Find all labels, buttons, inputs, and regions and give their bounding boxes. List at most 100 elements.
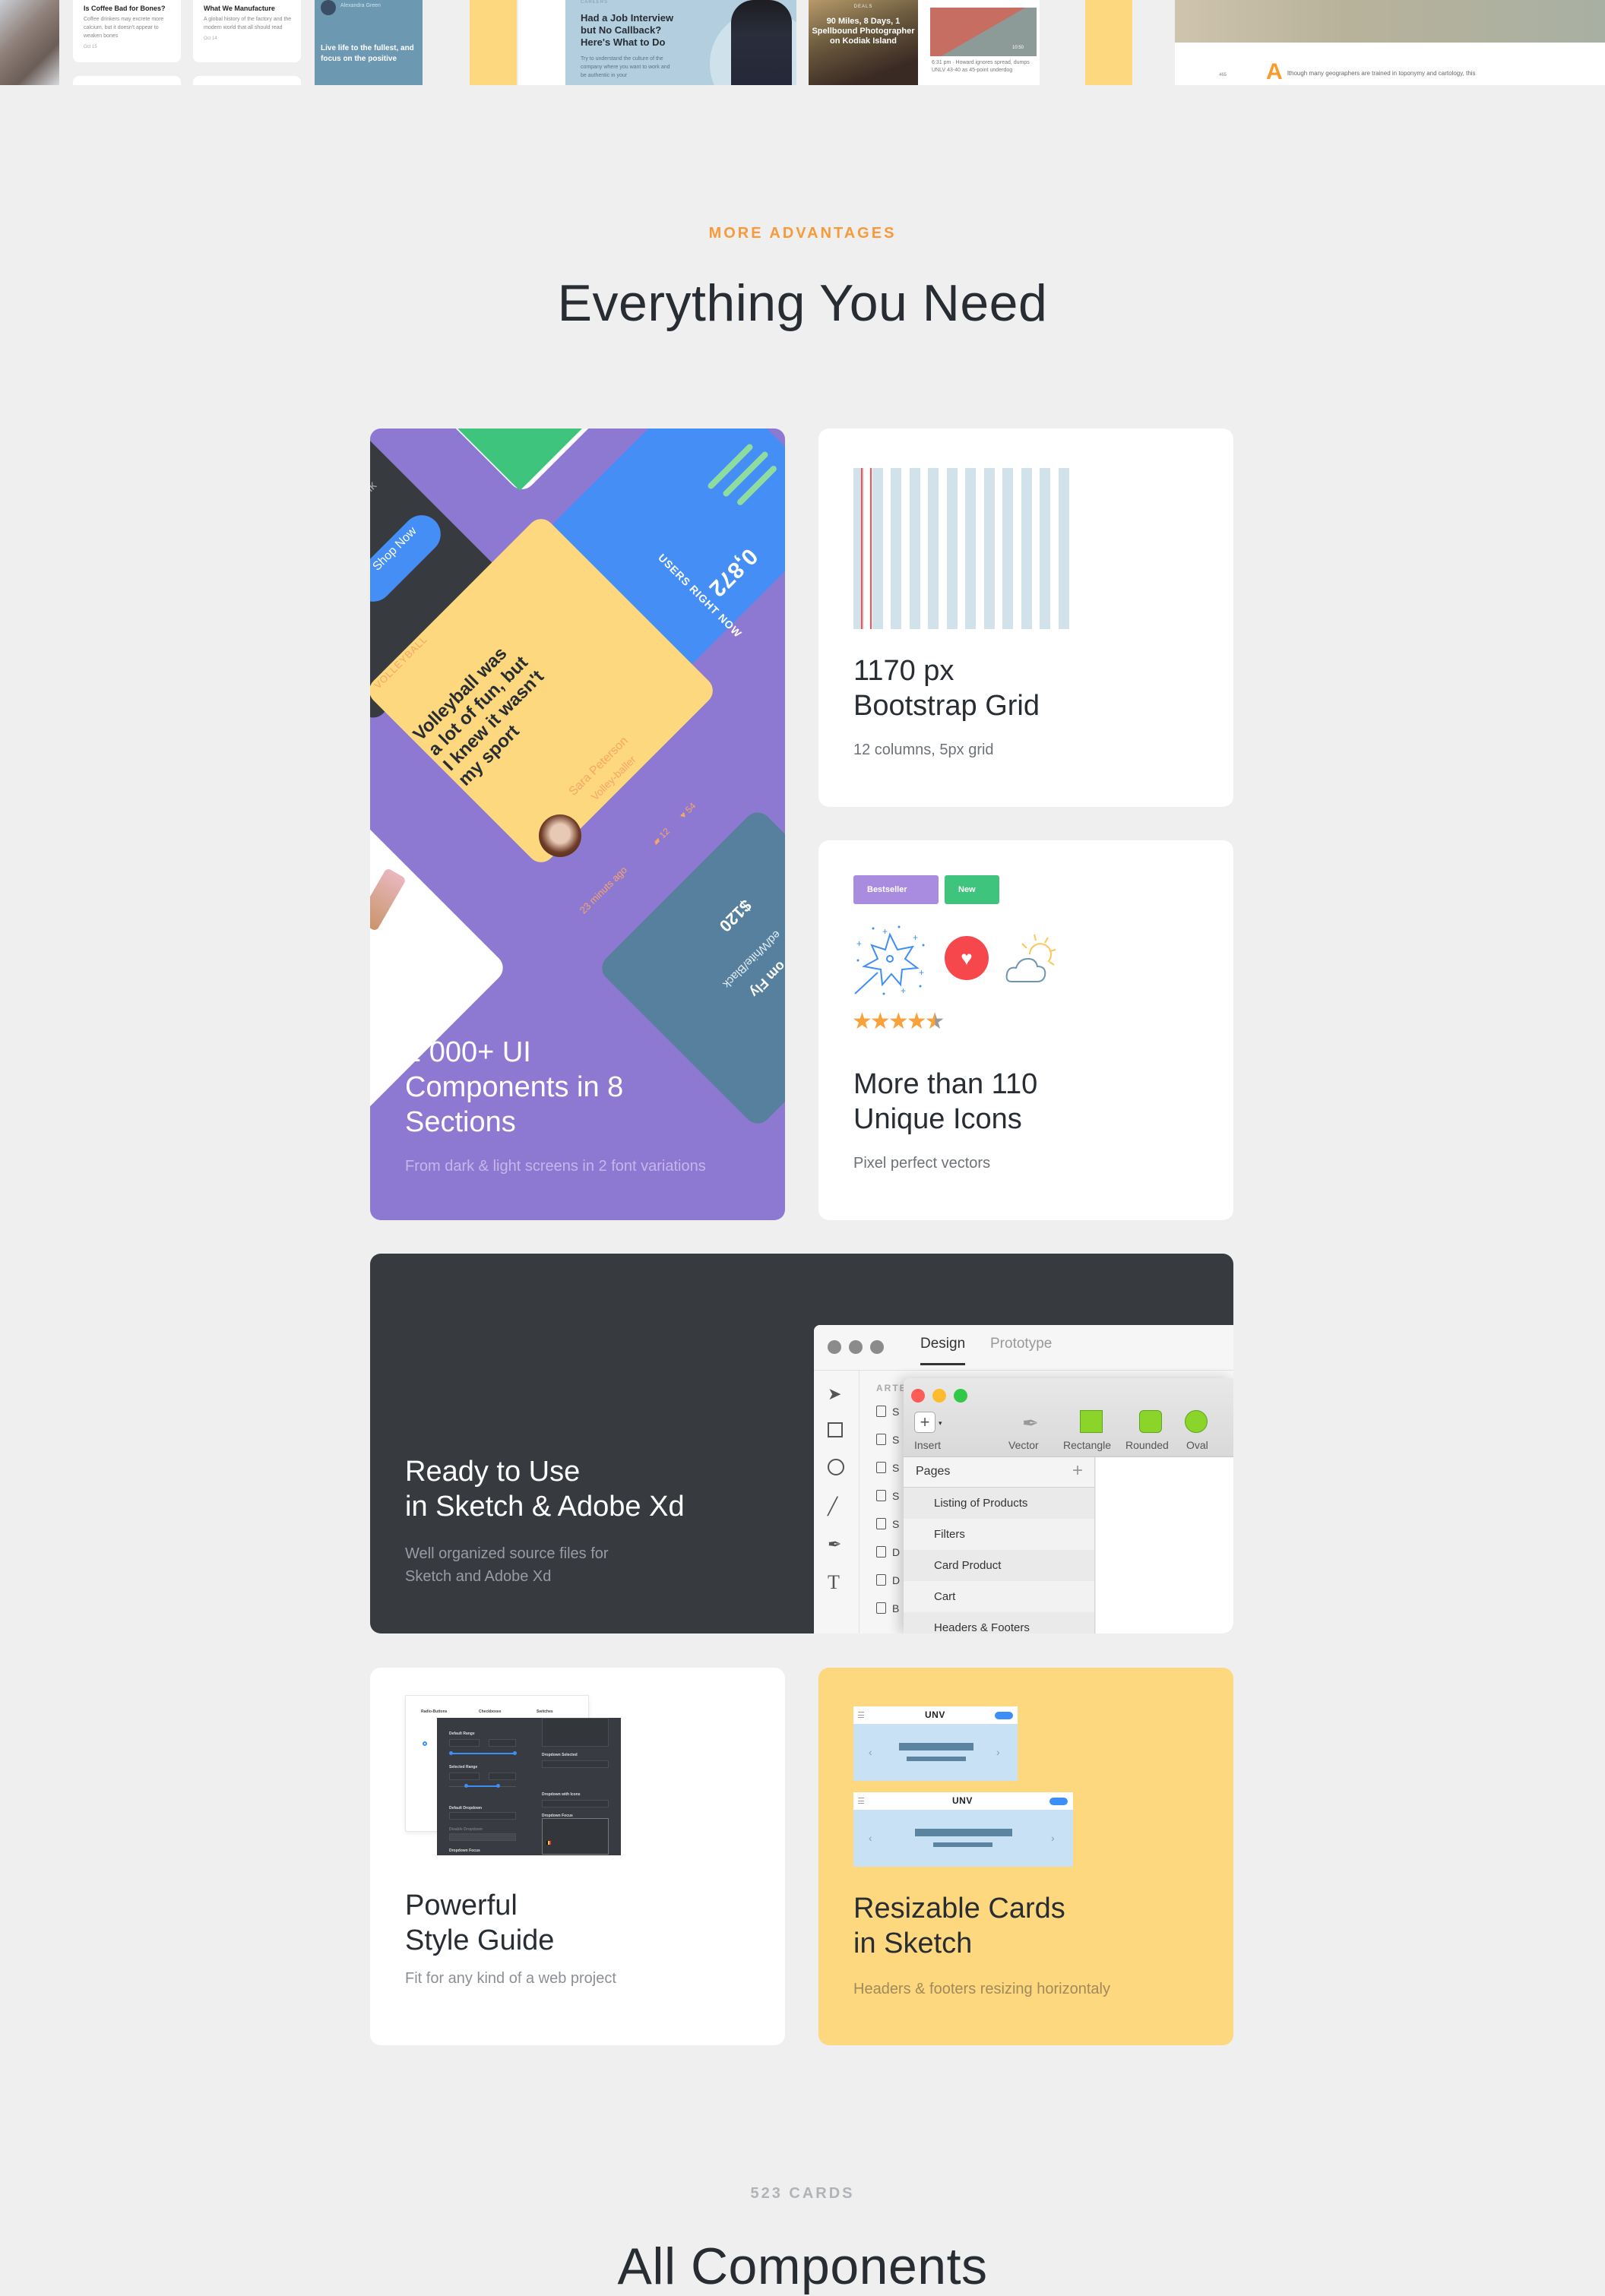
news-card-body: Coffee drinkers may excrete more calcium… bbox=[84, 17, 164, 39]
toolbar-label-rectangle[interactable]: Rectangle bbox=[1063, 1439, 1111, 1451]
select-tool-icon[interactable]: ➤ bbox=[828, 1384, 841, 1404]
tab-design[interactable]: Design bbox=[920, 1336, 966, 1365]
artboard-item[interactable]: D bbox=[876, 1546, 900, 1558]
add-page-icon[interactable]: + bbox=[1072, 1460, 1083, 1482]
line-tool-icon[interactable]: ╱ bbox=[828, 1497, 837, 1516]
preview-label: Default Range bbox=[449, 1731, 475, 1736]
comment-count: ▰ 12 bbox=[650, 825, 673, 848]
quote-card[interactable]: Alexandra Green Live life to the fullest… bbox=[315, 0, 423, 85]
pages-header: Pages + bbox=[904, 1457, 1094, 1488]
article-photo-card[interactable]: 465 A lthough many geographers are train… bbox=[1175, 0, 1605, 85]
news-card[interactable]: Is Coffee Bad for Bones? Coffee drinkers… bbox=[73, 0, 181, 62]
job-article-card[interactable]: CAREERS Had a Job Interview but No Callb… bbox=[565, 0, 796, 85]
toolbar-label-vector[interactable]: Vector bbox=[1008, 1439, 1039, 1451]
card-title: Resizable Cards in Sketch bbox=[853, 1893, 1065, 1959]
toolbar-label-insert[interactable]: Insert bbox=[914, 1439, 941, 1451]
rectangle-icon[interactable] bbox=[1080, 1410, 1103, 1433]
svg-text:+: + bbox=[856, 938, 862, 949]
section-title: Everything You Need bbox=[557, 274, 1048, 332]
preview-slider bbox=[451, 1753, 514, 1754]
video-news-card[interactable]: 10:50 6:31 pm · Howard ignores spread, d… bbox=[918, 0, 1040, 85]
icons-card[interactable]: Bestseller New + + + + + ♥ ★★★★★ More than … bbox=[818, 840, 1233, 1220]
deals-card[interactable]: DEALS 90 Miles, 8 Days, 1 Spellbound Pho… bbox=[809, 0, 918, 85]
tab-prototype[interactable]: Prototype bbox=[990, 1336, 1052, 1352]
oval-icon[interactable] bbox=[1185, 1410, 1208, 1433]
svg-text:+: + bbox=[913, 932, 918, 943]
window-minimize-button[interactable] bbox=[849, 1340, 863, 1354]
artboard-item[interactable]: S bbox=[876, 1462, 899, 1474]
sketch-canvas[interactable] bbox=[1096, 1457, 1233, 1633]
sketch-xd-card[interactable]: Ready to Use in Sketch & Adobe Xd Well o… bbox=[370, 1254, 1233, 1633]
window-close-button[interactable] bbox=[828, 1340, 841, 1354]
chevron-right-icon: › bbox=[996, 1746, 1000, 1758]
artboard-item[interactable]: D bbox=[876, 1574, 900, 1586]
grid-column bbox=[1002, 468, 1013, 629]
window-zoom-button[interactable] bbox=[870, 1340, 884, 1354]
artboard-item[interactable]: S bbox=[876, 1434, 899, 1446]
preview-slider-knob bbox=[496, 1784, 500, 1788]
grid-column bbox=[946, 468, 958, 629]
artboard-item[interactable]: S bbox=[876, 1406, 899, 1418]
page-item[interactable]: Filters bbox=[904, 1519, 1094, 1550]
news-card-next bbox=[193, 76, 301, 85]
bootstrap-grid-card[interactable]: 1170 px Bootstrap Grid 12 columns, 5px g… bbox=[818, 429, 1233, 807]
grid-column bbox=[1021, 468, 1032, 629]
pen-icon[interactable]: ✒ bbox=[1022, 1412, 1039, 1435]
rectangle-tool-icon[interactable] bbox=[828, 1422, 843, 1437]
style-guide-card[interactable]: Radio-Buttons Checkboxes Switches Defaul… bbox=[370, 1668, 785, 2045]
artboard-item[interactable]: S bbox=[876, 1490, 899, 1502]
news-card[interactable]: What We Manufacture A global history of … bbox=[193, 0, 301, 62]
preview-slider-knob bbox=[513, 1751, 517, 1755]
preview-label: Switches bbox=[537, 1709, 553, 1714]
toolbar-label-rounded[interactable]: Rounded bbox=[1125, 1439, 1169, 1451]
radio-icon bbox=[423, 1741, 427, 1746]
pages-label: Pages bbox=[916, 1465, 951, 1478]
menu-icon bbox=[858, 1798, 864, 1804]
section-title: All Components bbox=[617, 2237, 988, 2295]
artboard-item[interactable]: B bbox=[876, 1602, 899, 1614]
grid-column bbox=[891, 468, 901, 629]
preview-label: Selected Range bbox=[449, 1765, 478, 1769]
preview-dropdown bbox=[449, 1812, 516, 1820]
window-zoom-button[interactable] bbox=[954, 1389, 967, 1403]
news-card-title: What We Manufacture bbox=[204, 5, 275, 12]
group-photo bbox=[1175, 0, 1605, 43]
artboard-item[interactable]: S bbox=[876, 1518, 899, 1530]
sketch-toolbar: + ▾ Insert ✒ Vector Rectangle Rounded Ov… bbox=[904, 1378, 1233, 1457]
preview-header: UNV bbox=[853, 1706, 1018, 1724]
insert-dropdown-icon[interactable]: ▾ bbox=[939, 1419, 942, 1428]
article-text: lthough many geographers are trained in … bbox=[1287, 70, 1476, 77]
resizable-preview-small: UNV ‹ › bbox=[853, 1706, 1018, 1781]
text-tool-icon[interactable]: T bbox=[828, 1571, 840, 1594]
card-subtitle: Fit for any kind of a web project bbox=[405, 1970, 616, 1987]
xd-window: Design Prototype ➤ ╱ ✒ T ARTB SSSSSDDB +… bbox=[814, 1325, 1233, 1633]
news-card-date: Oct 15 bbox=[84, 45, 97, 49]
preview-label: Checkboxes bbox=[479, 1709, 502, 1714]
toolbar-label-oval[interactable]: Oval bbox=[1186, 1439, 1208, 1451]
bestseller-badge: Bestseller bbox=[853, 875, 939, 904]
page-item[interactable]: Card Product bbox=[904, 1550, 1094, 1581]
components-card[interactable]: nk Shop Now 0,872 USERS RIGHT NOW VOLLEY… bbox=[370, 429, 785, 1220]
page-item[interactable]: Listing of Products bbox=[904, 1488, 1094, 1519]
chevron-right-icon: › bbox=[1051, 1832, 1055, 1844]
plus-icon[interactable]: + bbox=[914, 1412, 935, 1433]
preview-slider-knob bbox=[449, 1751, 453, 1755]
preview-header: UNV bbox=[853, 1792, 1073, 1810]
yellow-card-edge bbox=[1085, 0, 1132, 85]
rounded-rect-icon[interactable] bbox=[1139, 1410, 1162, 1433]
page-item[interactable]: Headers & Footers bbox=[904, 1612, 1094, 1633]
resizable-cards-card[interactable]: UNV ‹ › UNV ‹ › Resizable Cards in Sketc… bbox=[818, 1668, 1233, 2045]
card-subtitle: 12 columns, 5px grid bbox=[853, 742, 994, 758]
preview-dropdown bbox=[542, 1800, 609, 1807]
preview-strip: Is Coffee Bad for Bones? Coffee drinkers… bbox=[0, 0, 1605, 85]
pen-tool-icon[interactable]: ✒ bbox=[828, 1535, 841, 1554]
page-item[interactable]: Cart bbox=[904, 1581, 1094, 1612]
deals-title: 90 Miles, 8 Days, 1 Spellbound Photograp… bbox=[812, 17, 915, 46]
ellipse-tool-icon[interactable] bbox=[828, 1459, 844, 1475]
preview-label: Dropdown with Icons bbox=[542, 1792, 581, 1797]
star-icon: ★ bbox=[888, 1009, 909, 1034]
window-close-button[interactable] bbox=[911, 1389, 925, 1403]
window-minimize-button[interactable] bbox=[932, 1389, 946, 1403]
star-icon: ★ bbox=[869, 1009, 891, 1034]
gutter-guide bbox=[861, 468, 863, 629]
